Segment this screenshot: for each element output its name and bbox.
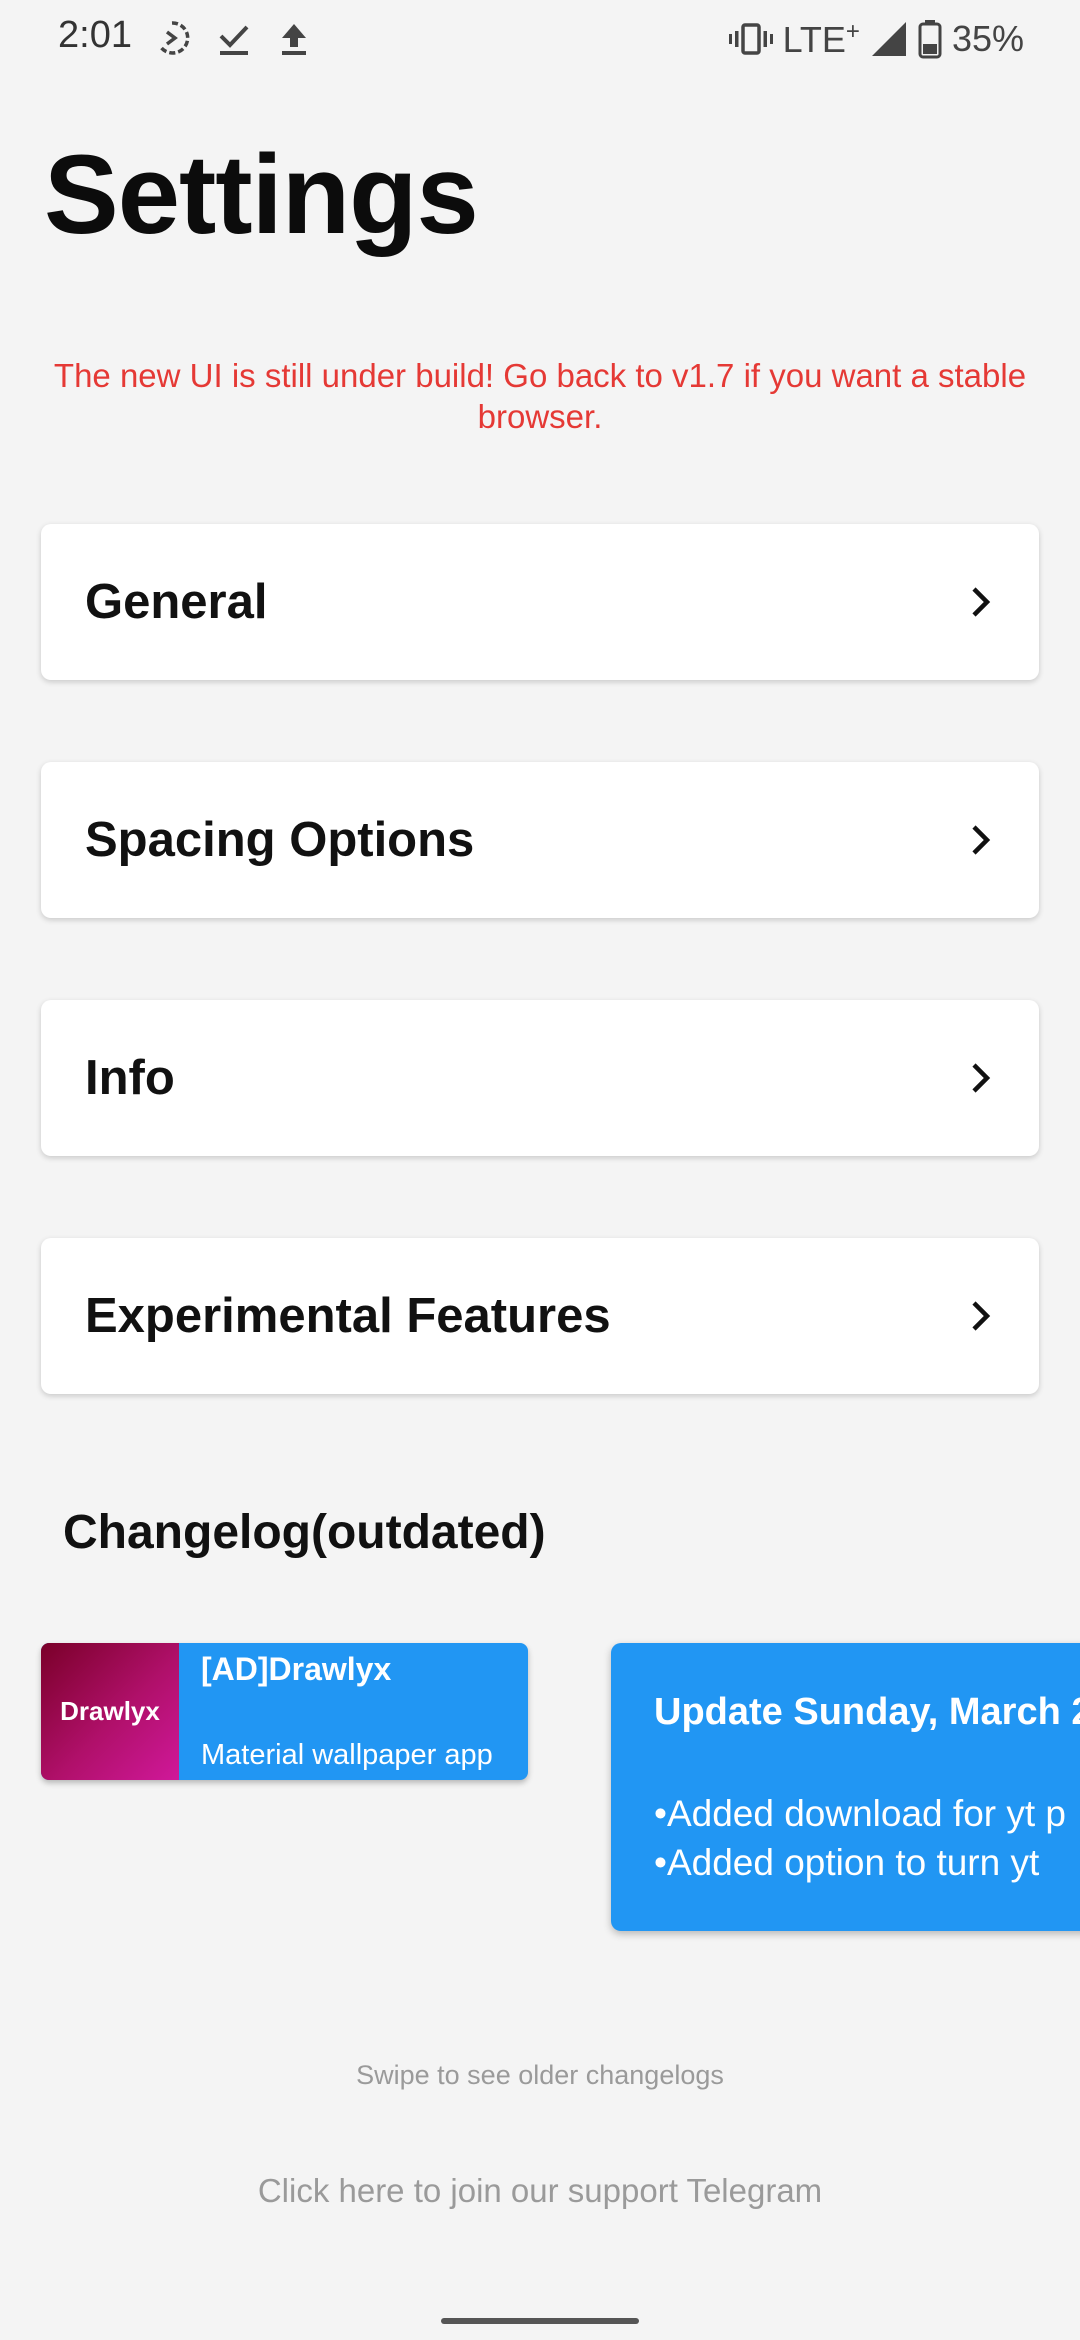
navigation-handle[interactable]: [441, 2318, 639, 2324]
changelog-title: Update Sunday, March 2: [654, 1691, 1080, 1733]
changelog-item: •Added download for yt p: [654, 1793, 1067, 1834]
telegram-support-link[interactable]: Click here to join our support Telegram: [0, 2172, 1080, 2210]
changelog-card[interactable]: Update Sunday, March 2 •Added download f…: [611, 1643, 1080, 1931]
chevron-right-icon: [972, 1063, 991, 1093]
menu-item-label: General: [85, 575, 268, 629]
ad-banner[interactable]: Drawlyx [AD]Drawlyx Material wallpaper a…: [41, 1643, 528, 1780]
upload-icon: [282, 24, 306, 55]
download-done-icon: [219, 25, 249, 55]
menu-item-info[interactable]: Info: [41, 1000, 1039, 1156]
status-bar: 2:01 LTE+ 35%: [0, 0, 1080, 80]
signal-icon: [871, 22, 906, 56]
menu-item-experimental-features[interactable]: Experimental Features: [41, 1238, 1039, 1394]
menu-item-label: Info: [85, 1051, 175, 1105]
chevron-right-icon: [972, 825, 991, 855]
warning-message: The new UI is still under build! Go back…: [53, 357, 1027, 435]
swipe-hint: Swipe to see older changelogs: [356, 2060, 724, 2090]
menu-item-spacing-options[interactable]: Spacing Options: [41, 762, 1039, 918]
status-right-group: LTE+ 35%: [728, 14, 1024, 64]
data-saver-icon: [158, 21, 190, 55]
chevron-right-icon: [972, 587, 991, 617]
ad-title: [AD]Drawlyx: [201, 1651, 392, 1687]
network-type: LTE+: [782, 17, 860, 60]
ad-subtitle: Material wallpaper app: [201, 1739, 493, 1771]
page-title: Settings: [44, 132, 479, 257]
vibrate-icon: [728, 23, 773, 55]
menu-item-label: Experimental Features: [85, 1289, 611, 1343]
battery-icon: [918, 20, 942, 59]
chevron-right-icon: [972, 1301, 991, 1331]
changelog-section-title: Changelog(outdated): [63, 1506, 546, 1559]
changelog-item: •Added option to turn yt: [654, 1842, 1040, 1883]
menu-item-label: Spacing Options: [85, 813, 475, 867]
status-time: 2:01: [58, 14, 132, 56]
ad-logo-text: Drawlyx: [60, 1696, 160, 1726]
battery-percent: 35%: [951, 18, 1024, 59]
menu-item-general[interactable]: General: [41, 524, 1039, 680]
ad-logo: Drawlyx: [41, 1643, 179, 1780]
